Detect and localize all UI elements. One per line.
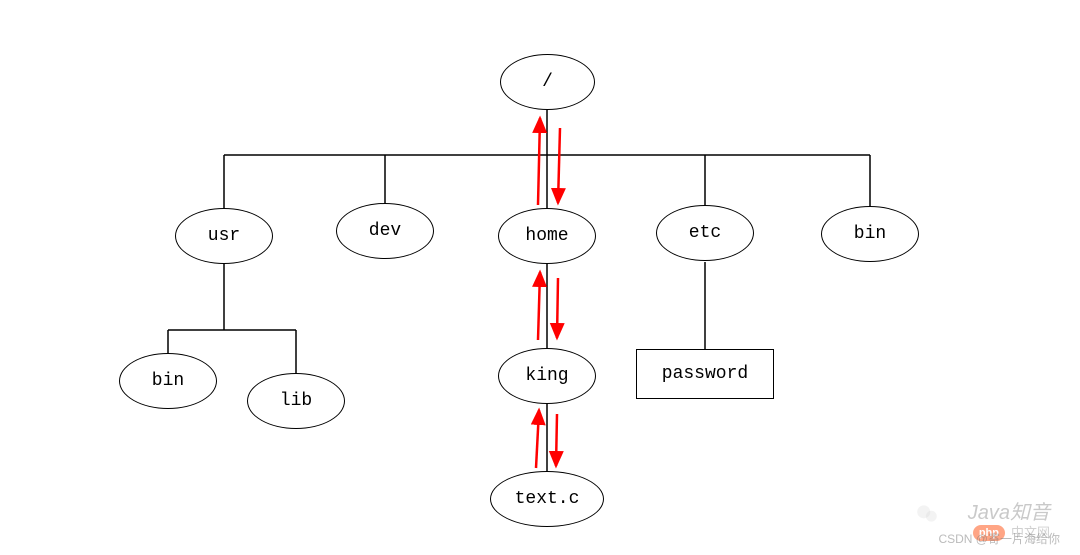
node-bin-top: bin: [821, 206, 919, 262]
node-bin-child: bin: [119, 353, 217, 409]
watermark-csdn: CSDN @寄一片海给你: [938, 530, 1060, 547]
node-password-label: password: [662, 364, 748, 384]
node-king-label: king: [525, 366, 568, 386]
node-home-label: home: [525, 226, 568, 246]
node-dev-label: dev: [369, 221, 401, 241]
node-bin-child-label: bin: [152, 371, 184, 391]
node-dev: dev: [336, 203, 434, 259]
filesystem-tree-diagram: / usr dev home etc bin bin lib king text…: [0, 0, 1080, 555]
node-textc-label: text.c: [515, 489, 580, 509]
node-lib: lib: [247, 373, 345, 429]
node-textc: text.c: [490, 471, 604, 527]
node-lib-label: lib: [280, 391, 312, 411]
node-password: password: [636, 349, 774, 399]
node-root-label: /: [542, 72, 553, 92]
node-usr: usr: [175, 208, 273, 264]
node-home: home: [498, 208, 596, 264]
wechat-icon: [914, 501, 940, 527]
watermark-java: Java知音: [968, 496, 1050, 525]
node-usr-label: usr: [208, 226, 240, 246]
node-king: king: [498, 348, 596, 404]
node-bin-top-label: bin: [854, 224, 886, 244]
node-etc-label: etc: [689, 223, 721, 243]
node-root: /: [500, 54, 595, 110]
node-etc: etc: [656, 205, 754, 261]
